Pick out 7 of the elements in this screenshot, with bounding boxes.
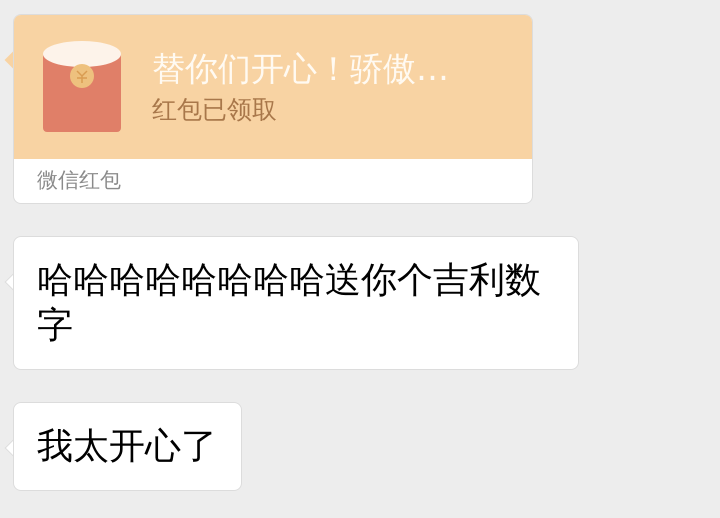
envelope-icon — [42, 40, 122, 134]
gift-packet-status: 红包已领取 — [152, 94, 278, 126]
gift-packet-title: 替你们开心！骄傲… — [152, 48, 449, 90]
gift-packet-label: 微信红包 — [37, 167, 121, 194]
gift-packet-card[interactable]: 替你们开心！骄傲… 红包已领取 微信红包 — [13, 14, 533, 204]
message-bubble: 我太开心了 — [13, 402, 242, 491]
message-bubble: 哈哈哈哈哈哈哈哈送你个吉利数字 — [13, 236, 579, 370]
